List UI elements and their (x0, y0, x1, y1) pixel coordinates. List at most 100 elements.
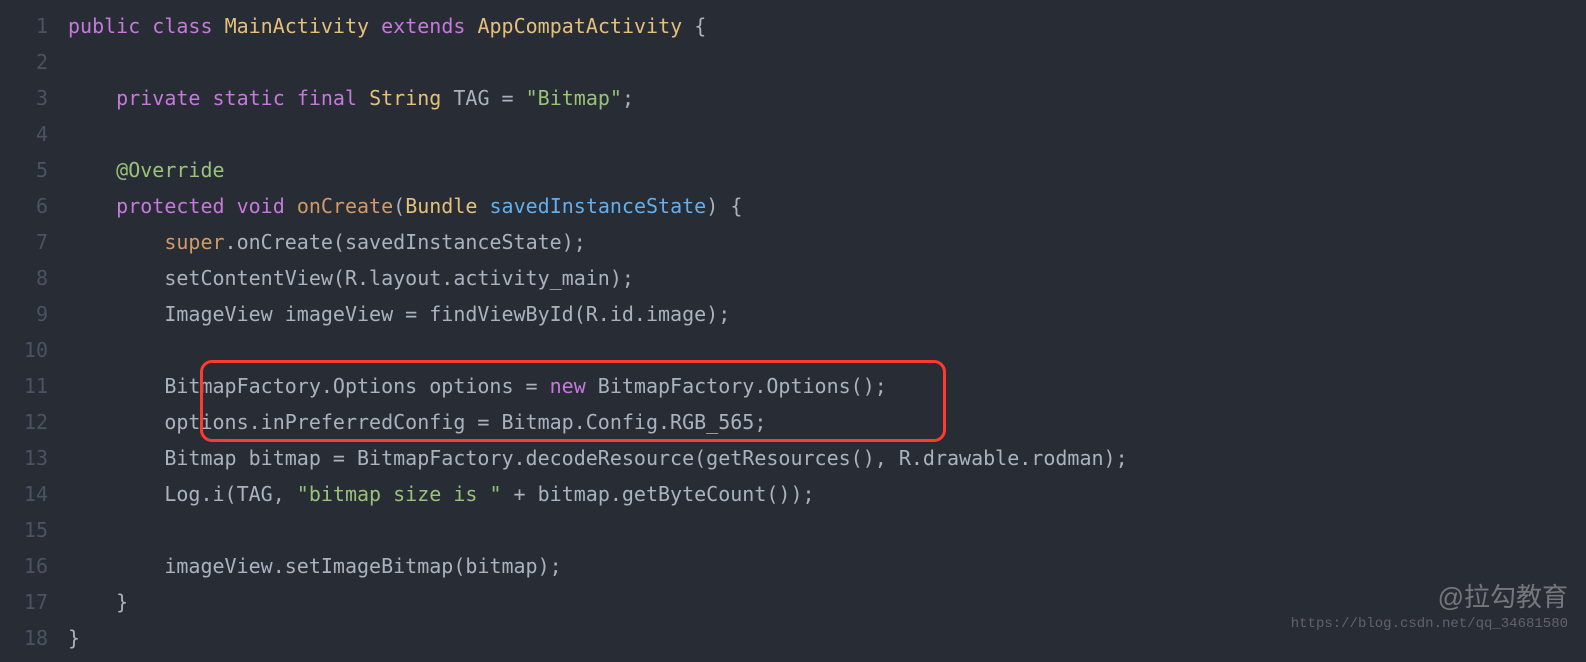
code-line: 4 (0, 116, 1586, 152)
code-line: 5 @Override (0, 152, 1586, 188)
token: "Bitmap" (526, 86, 622, 110)
code-line: 1public class MainActivity extends AppCo… (0, 8, 1586, 44)
token: ) { (706, 194, 742, 218)
token (68, 158, 116, 182)
code-content: @Override (68, 152, 225, 188)
code-line: 9 ImageView imageView = findViewById(R.i… (0, 296, 1586, 332)
line-number: 13 (0, 440, 68, 476)
code-line: 15 (0, 512, 1586, 548)
token: TAG = (453, 86, 525, 110)
token: new (550, 374, 586, 398)
token: Bitmap bitmap = BitmapFactory.decodeReso… (68, 446, 1128, 470)
token: BitmapFactory.Options(); (586, 374, 887, 398)
code-content: } (68, 620, 80, 656)
line-number: 7 (0, 224, 68, 260)
line-number: 1 (0, 8, 68, 44)
code-content: protected void onCreate(Bundle savedInst… (68, 188, 742, 224)
token: onCreate (297, 194, 393, 218)
token: ImageView imageView = findViewById(R.id.… (68, 302, 730, 326)
token: setContentView(R.layout.activity_main); (68, 266, 634, 290)
code-content: setContentView(R.layout.activity_main); (68, 260, 634, 296)
code-content: ImageView imageView = findViewById(R.id.… (68, 296, 730, 332)
code-content: BitmapFactory.Options options = new Bitm… (68, 368, 887, 404)
token: savedInstanceState (489, 194, 706, 218)
code-line: 8 setContentView(R.layout.activity_main)… (0, 260, 1586, 296)
token: String (369, 86, 441, 110)
code-content: public class MainActivity extends AppCom… (68, 8, 706, 44)
token: void (237, 194, 285, 218)
line-number: 10 (0, 332, 68, 368)
code-line: 18} (0, 620, 1586, 656)
token: class (152, 14, 212, 38)
token: super (164, 230, 224, 254)
token: Bundle (405, 194, 477, 218)
token: static (213, 86, 285, 110)
token: .onCreate(savedInstanceState); (225, 230, 586, 254)
token: + bitmap.getByteCount()); (501, 482, 814, 506)
line-number: 14 (0, 476, 68, 512)
line-number: 8 (0, 260, 68, 296)
token: public (68, 14, 140, 38)
line-number: 15 (0, 512, 68, 548)
token: extends (381, 14, 465, 38)
code-content: options.inPreferredConfig = Bitmap.Confi… (68, 404, 766, 440)
code-content: } (68, 584, 128, 620)
token: { (682, 14, 706, 38)
token: options.inPreferredConfig = Bitmap.Confi… (68, 410, 766, 434)
token: } (68, 590, 128, 614)
code-content: private static final String TAG = "Bitma… (68, 80, 634, 116)
line-number: 5 (0, 152, 68, 188)
token: ; (622, 86, 634, 110)
token: BitmapFactory.Options options = (68, 374, 550, 398)
code-line: 7 super.onCreate(savedInstanceState); (0, 224, 1586, 260)
token (68, 86, 116, 110)
token (285, 86, 297, 110)
token: ( (393, 194, 405, 218)
line-number: 18 (0, 620, 68, 656)
code-line: 17 } (0, 584, 1586, 620)
token (225, 194, 237, 218)
code-content: imageView.setImageBitmap(bitmap); (68, 548, 562, 584)
token: private (116, 86, 200, 110)
token (140, 14, 152, 38)
token: protected (116, 194, 224, 218)
code-line: 14 Log.i(TAG, "bitmap size is " + bitmap… (0, 476, 1586, 512)
line-number: 2 (0, 44, 68, 80)
code-editor: 1public class MainActivity extends AppCo… (0, 0, 1586, 662)
code-line: 3 private static final String TAG = "Bit… (0, 80, 1586, 116)
token: "bitmap size is " (297, 482, 502, 506)
code-line: 2 (0, 44, 1586, 80)
token: @Override (116, 158, 224, 182)
token: Log.i(TAG, (68, 482, 297, 506)
token: imageView.setImageBitmap(bitmap); (68, 554, 562, 578)
code-content: Bitmap bitmap = BitmapFactory.decodeReso… (68, 440, 1128, 476)
token (357, 86, 369, 110)
code-line: 10 (0, 332, 1586, 368)
code-content: Log.i(TAG, "bitmap size is " + bitmap.ge… (68, 476, 815, 512)
code-content: super.onCreate(savedInstanceState); (68, 224, 586, 260)
line-number: 12 (0, 404, 68, 440)
line-number: 3 (0, 80, 68, 116)
token (285, 194, 297, 218)
token: MainActivity (225, 14, 370, 38)
token (68, 230, 164, 254)
line-number: 16 (0, 548, 68, 584)
token (465, 14, 477, 38)
code-line: 16 imageView.setImageBitmap(bitmap); (0, 548, 1586, 584)
token (200, 86, 212, 110)
token (213, 14, 225, 38)
code-line: 12 options.inPreferredConfig = Bitmap.Co… (0, 404, 1586, 440)
code-line: 13 Bitmap bitmap = BitmapFactory.decodeR… (0, 440, 1586, 476)
token: AppCompatActivity (477, 14, 682, 38)
line-number: 9 (0, 296, 68, 332)
token (68, 194, 116, 218)
line-number: 11 (0, 368, 68, 404)
token: } (68, 626, 80, 650)
token (441, 86, 453, 110)
line-number: 17 (0, 584, 68, 620)
token (369, 14, 381, 38)
line-number: 6 (0, 188, 68, 224)
code-line: 11 BitmapFactory.Options options = new B… (0, 368, 1586, 404)
token (477, 194, 489, 218)
token: final (297, 86, 357, 110)
